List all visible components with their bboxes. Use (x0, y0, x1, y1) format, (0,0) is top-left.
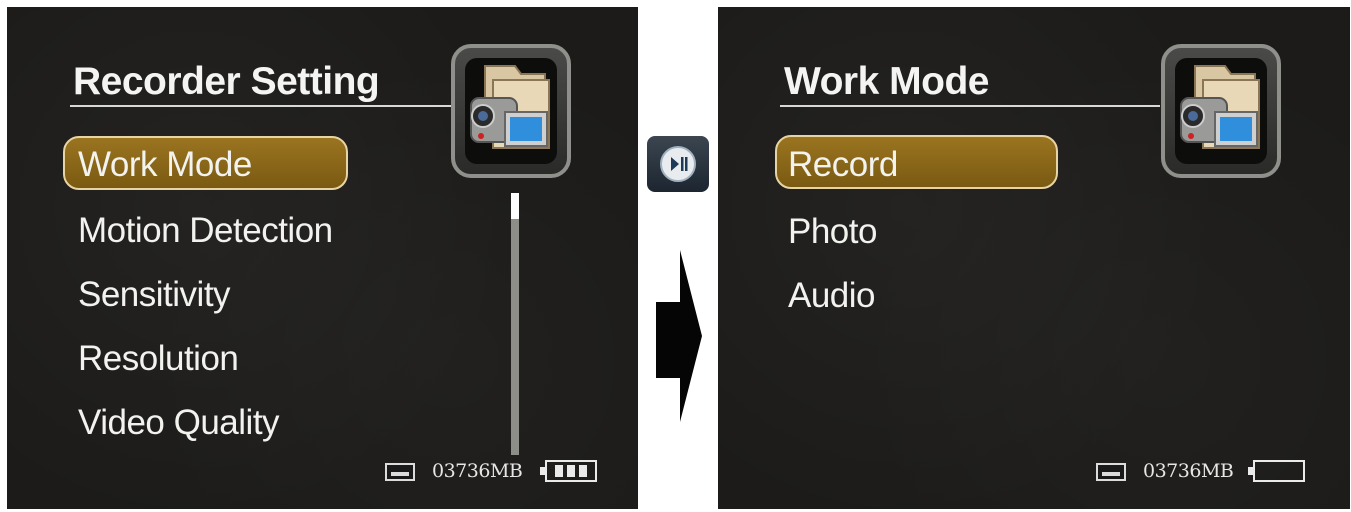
sd-card-icon (1096, 463, 1126, 481)
scrollbar-thumb[interactable] (511, 193, 519, 219)
camcorder-folder-icon (451, 44, 571, 178)
menu-item-photo[interactable]: Photo (788, 214, 877, 249)
play-pause-button[interactable] (647, 136, 709, 192)
sd-card-icon (385, 463, 415, 481)
work-mode-screen: Work Mode Record Photo Audio 03736MB (718, 7, 1350, 509)
storage-remaining: 03736MB (1143, 460, 1234, 482)
title-divider (780, 105, 1160, 107)
menu-item-record[interactable]: Record (788, 147, 898, 182)
scrollbar-track[interactable] (511, 193, 519, 455)
menu-item-video-quality[interactable]: Video Quality (78, 405, 280, 440)
camcorder-folder-icon (1161, 44, 1281, 178)
arrow-right-icon (656, 250, 704, 427)
menu-item-resolution[interactable]: Resolution (78, 341, 239, 376)
menu-item-motion-detection[interactable]: Motion Detection (78, 213, 333, 248)
battery-icon (540, 460, 597, 482)
recorder-setting-screen: Recorder Setting Work Mode Motion Detect… (7, 7, 638, 509)
menu-item-sensitivity[interactable]: Sensitivity (78, 277, 231, 312)
battery-icon (1248, 460, 1305, 482)
page-title: Work Mode (784, 60, 989, 103)
page-title: Recorder Setting (73, 60, 380, 103)
menu-item-work-mode[interactable]: Work Mode (78, 147, 252, 182)
menu-item-audio[interactable]: Audio (788, 278, 876, 313)
play-pause-icon (660, 146, 696, 182)
title-divider (70, 105, 455, 107)
storage-remaining: 03736MB (432, 460, 523, 482)
